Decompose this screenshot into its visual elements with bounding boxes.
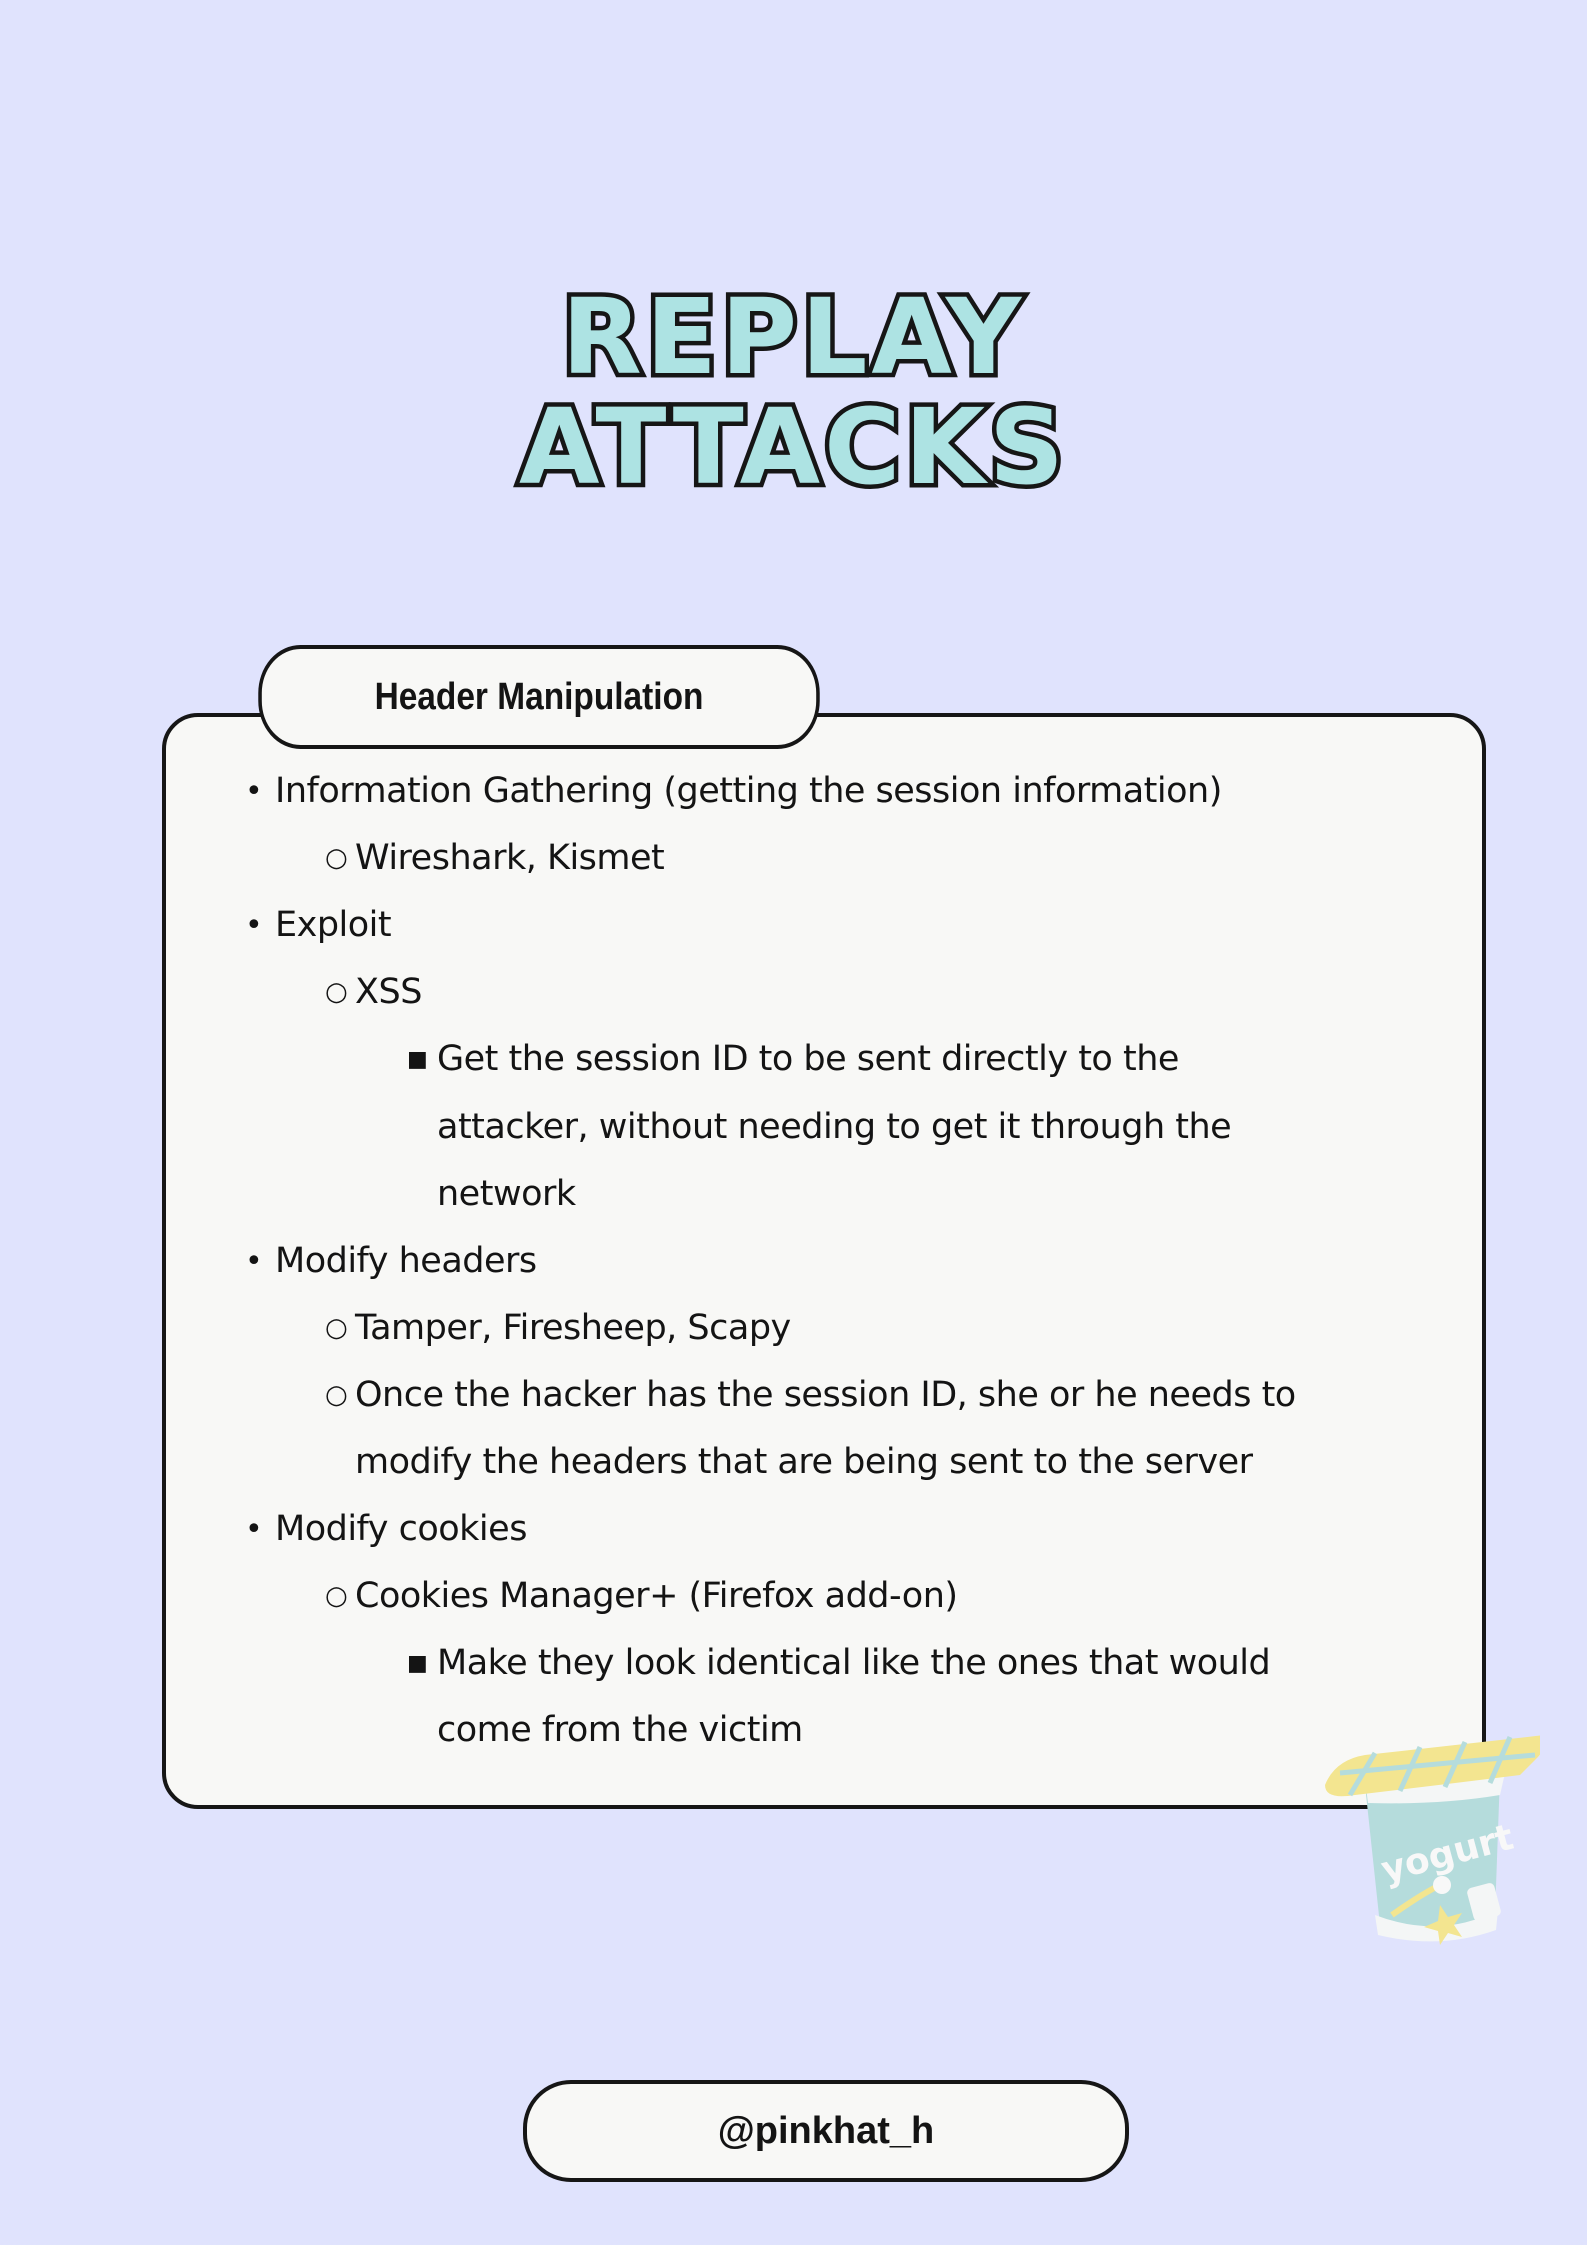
bullet-icon: ○ [325,1379,348,1410]
handle-text: @pinkhat_h [717,2109,935,2152]
list-item-level-1: • Modify headers [245,1228,537,1295]
section-title: Header Manipulation [374,675,704,718]
list-item-text: attacker, without needing to get it thro… [437,1106,1232,1147]
list-item-text: Tamper, Firesheep, Scapy [355,1307,791,1348]
list-item-level-3: ■ Make they look identical like the ones … [407,1630,1271,1697]
list-item-level-2: ○ XSS [325,959,422,1026]
bullet-icon: ○ [325,1312,348,1343]
list-item-level-1: • Exploit [245,892,392,959]
bullet-icon: ○ [325,1581,348,1612]
bullet-icon: • [245,908,263,944]
list-item-level-1: • Information Gathering (getting the sess… [245,758,1222,825]
list-item-level-2: ○ Tamper, Firesheep, Scapy [325,1295,791,1362]
list-item-text: modify the headers that are being sent t… [355,1442,1253,1482]
list-item-text: Once the hacker has the session ID, she … [355,1374,1296,1415]
section-tab: Header Manipulation [258,645,820,749]
list-item-level-2: modify the headers that are being sent t… [355,1429,1253,1496]
list-item-text: Modify cookies [275,1509,527,1550]
title-line-2: ATTACKS [515,386,1069,508]
list-item-text: Modify headers [275,1240,537,1281]
bullet-icon: ■ [407,1047,428,1073]
list-item-text: XSS [355,972,422,1013]
author-handle: @pinkhat_h [523,2080,1129,2182]
bullet-icon: • [245,1512,263,1548]
bullet-icon: ○ [325,843,348,874]
list-item-level-2: ○ Cookies Manager+ (Firefox add-on) [325,1563,958,1630]
list-item-level-3: ■ Get the session ID to be sent directly … [407,1026,1179,1093]
list-item-text: Exploit [275,905,392,946]
list-item-level-3: come from the victim [437,1697,803,1764]
list-item-level-2: ○ Wireshark, Kismet [325,825,665,892]
bullet-icon: ■ [407,1651,428,1677]
list-item-text: Wireshark, Kismet [355,838,665,879]
list-item-text: Information Gathering (getting the sessi… [275,771,1222,811]
bullet-icon: ○ [325,977,348,1008]
list-item-level-2: ○ Once the hacker has the session ID, she… [325,1362,1296,1429]
list-item-text: come from the victim [437,1710,803,1751]
list-item-text: Cookies Manager+ (Firefox add-on) [355,1576,958,1617]
list-item-level-3: network [437,1161,576,1228]
list-item-text: network [437,1173,576,1214]
list-item-level-1: • Modify cookies [245,1496,527,1563]
title-line-1: REPLAY [557,276,1026,398]
yogurt-sticker-icon: yogurt [1325,1735,1540,1945]
bullet-icon: • [245,774,263,809]
list-item-text: Get the session ID to be sent directly t… [437,1039,1179,1080]
list-item-level-3: attacker, without needing to get it thro… [437,1094,1232,1161]
list-item-text: Make they look identical like the ones t… [437,1643,1271,1684]
bullet-icon: • [245,1243,263,1279]
